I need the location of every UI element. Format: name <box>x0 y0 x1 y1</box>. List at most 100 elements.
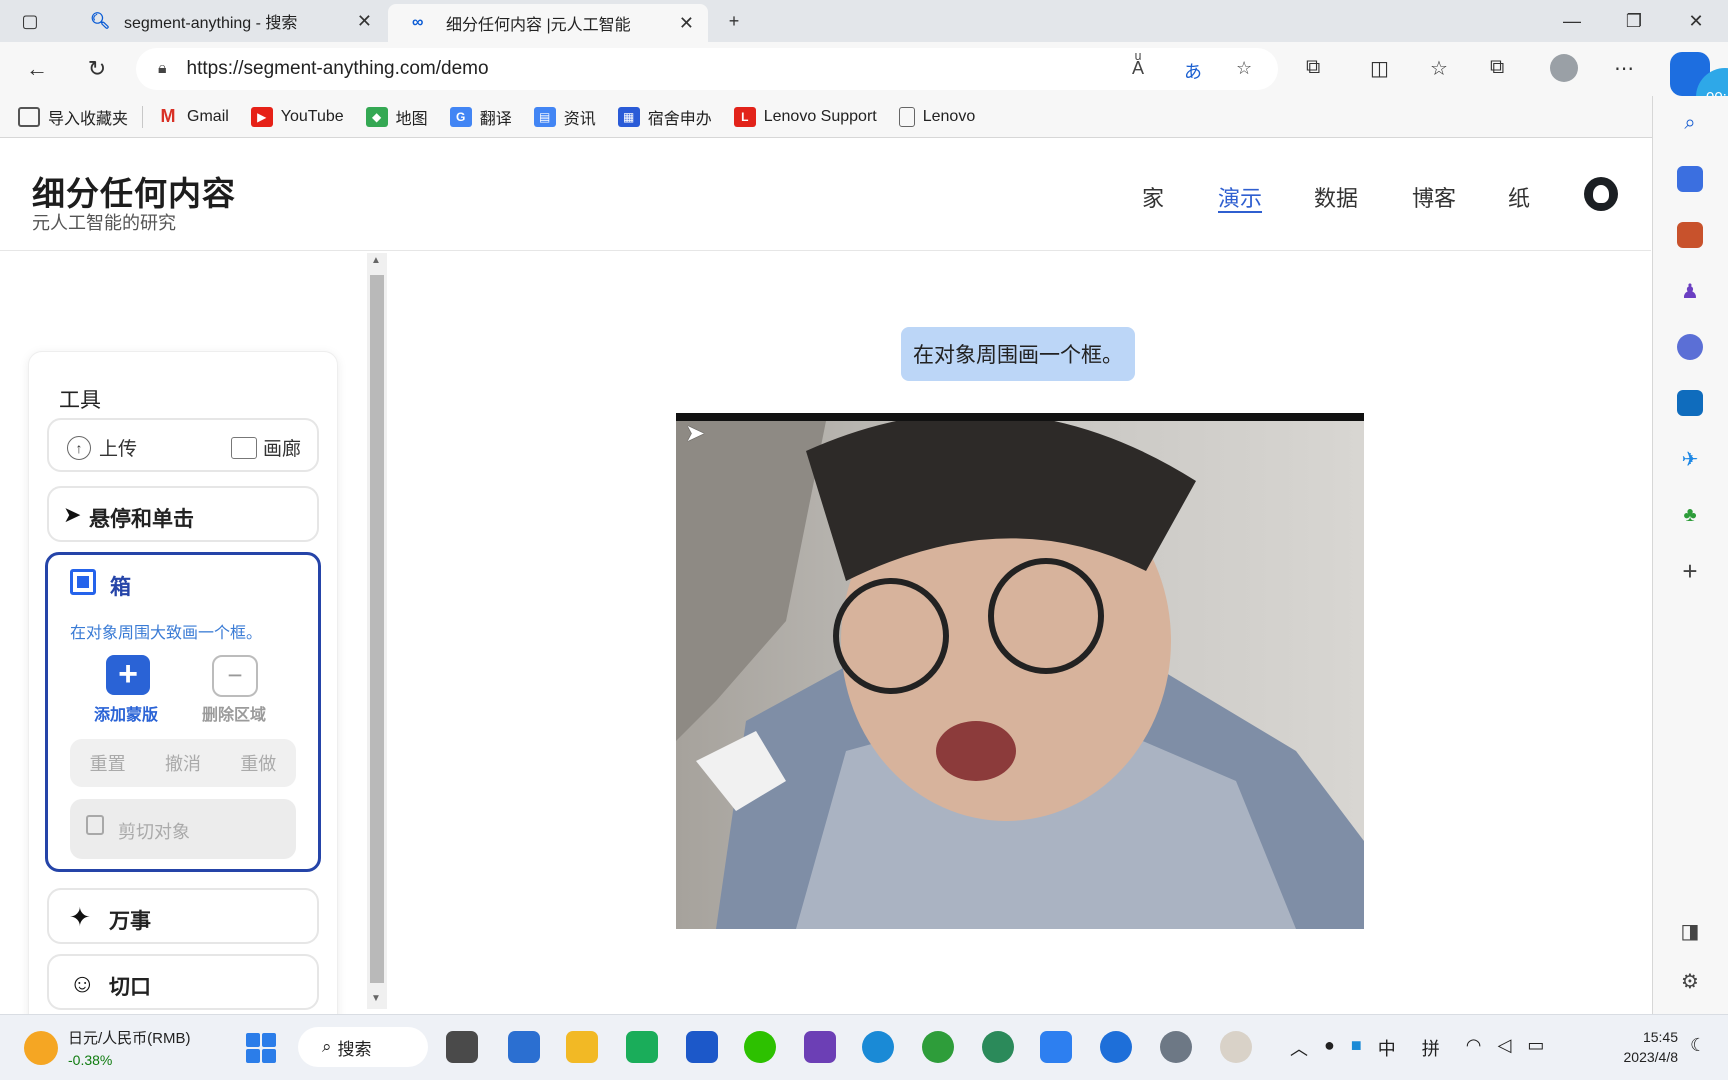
edge-icon[interactable] <box>862 1031 894 1063</box>
volume-icon[interactable]: ◁ <box>1497 1035 1511 1061</box>
bookmark-translate[interactable]: G 翻译 <box>449 105 512 129</box>
close-icon[interactable]: ✕ <box>357 11 372 32</box>
new-tab-button[interactable]: + <box>704 0 764 42</box>
nav-blog[interactable]: 博客 <box>1412 181 1456 213</box>
lenovo-icon: L <box>733 106 756 127</box>
store-icon[interactable] <box>508 1031 540 1063</box>
bookmark-lenovo[interactable]: Lenovo <box>898 106 975 127</box>
taskbar-search[interactable]: ⌕ 搜索 <box>298 1027 428 1067</box>
add-icon[interactable]: + <box>1677 556 1703 586</box>
bookmark-youtube[interactable]: ▶ YouTube <box>250 106 344 127</box>
stock-widget[interactable]: 日元/人民币(RMB) -0.38% <box>24 1027 191 1068</box>
minimize-button[interactable]: — <box>1542 0 1602 42</box>
add-mask-button[interactable]: + <box>106 655 150 695</box>
hover-click-tool[interactable]: ➤ 悬停和单击 <box>47 486 319 542</box>
send-icon[interactable]: ✈ <box>1677 446 1703 472</box>
file-explorer-icon[interactable] <box>566 1031 598 1063</box>
bookmark-gmail[interactable]: M Gmail <box>157 106 229 127</box>
undo-button[interactable]: 撤消 <box>165 750 201 776</box>
read-aloud-icon[interactable]: A͏ͧ <box>1132 58 1144 79</box>
url-text[interactable]: https://segment-anything.com/demo <box>187 58 489 80</box>
outlook-icon[interactable] <box>1677 390 1703 416</box>
github-icon[interactable] <box>1584 177 1618 211</box>
scroll-up-icon[interactable]: ▲ <box>371 255 381 266</box>
redo-button[interactable]: 重做 <box>240 750 276 776</box>
settings-icon[interactable]: ⚙ <box>1677 968 1703 994</box>
qq-icon[interactable]: ● <box>1324 1035 1335 1061</box>
chevron-up-icon[interactable]: ︿ <box>1290 1035 1308 1061</box>
task-view-icon[interactable] <box>446 1031 478 1063</box>
wifi-icon[interactable]: ◠ <box>1466 1035 1482 1061</box>
nav-home[interactable]: 家 <box>1142 181 1164 213</box>
avatar-app-icon[interactable] <box>1220 1031 1252 1063</box>
tray-app-icon[interactable]: ■ <box>1351 1035 1362 1061</box>
reset-button[interactable]: 重置 <box>90 750 126 776</box>
notification-icon[interactable]: ☾ <box>1690 1035 1706 1056</box>
tools-icon[interactable] <box>1677 222 1703 248</box>
more-icon[interactable]: ⋯ <box>1614 56 1634 81</box>
scroll-thumb[interactable] <box>370 275 384 983</box>
battery-icon[interactable]: ▭ <box>1527 1035 1544 1061</box>
app-icon[interactable] <box>982 1031 1014 1063</box>
lenovo-app-icon[interactable] <box>686 1031 718 1063</box>
site-title[interactable]: 细分任何内容 <box>32 167 236 215</box>
lock-icon[interactable]: 🔒︎ <box>158 60 167 78</box>
url-field[interactable]: 🔒︎ https://segment-anything.com/demo A͏ͧ… <box>136 48 1278 90</box>
feishu-icon[interactable] <box>1040 1031 1072 1063</box>
everything-tool[interactable]: ✦ 万事 <box>47 888 319 944</box>
history-actions: 重置 撤消 重做 <box>70 739 296 787</box>
refresh-icon[interactable]: ↻ <box>80 52 114 86</box>
bookmark-maps[interactable]: ◆ 地图 <box>365 105 428 129</box>
back-icon[interactable]: ← <box>20 52 54 86</box>
wechat-icon[interactable] <box>744 1031 776 1063</box>
profile-avatar[interactable] <box>1550 54 1578 82</box>
evernote-icon[interactable] <box>922 1031 954 1063</box>
bookmark-dorm[interactable]: ▦ 宿舍申办 <box>617 105 712 129</box>
close-window-button[interactable]: ✕ <box>1666 0 1726 42</box>
scroll-down-icon[interactable]: ▼ <box>371 993 381 1004</box>
clock[interactable]: 15:45 2023/4/8 <box>1600 1027 1679 1067</box>
gallery-button[interactable]: 画廊 <box>230 434 301 461</box>
restore-button[interactable]: ❐ <box>1604 0 1664 42</box>
search-icon[interactable]: ⌕ <box>1677 110 1703 136</box>
cut-out-object-button[interactable]: 剪切对象 <box>70 799 296 859</box>
nav-demo[interactable]: 演示 <box>1218 181 1262 213</box>
box-tool[interactable]: 箱 在对象周围大致画一个框。 + 添加蒙版 − 删除区域 重置 撤消 重做 剪切… <box>45 552 321 872</box>
shopping-app-icon[interactable] <box>626 1031 658 1063</box>
tab-sam-demo[interactable]: ∞ 细分任何内容 |元人工智能 ✕ <box>388 4 708 42</box>
ime-mode[interactable]: 拼 <box>1422 1035 1440 1061</box>
remove-area-label[interactable]: 删除区域 <box>202 701 266 725</box>
panel-scrollbar[interactable]: ▲ ▼ <box>367 253 387 1009</box>
remove-area-button[interactable]: − <box>212 655 258 697</box>
start-button[interactable] <box>246 1033 276 1063</box>
tree-icon[interactable]: ♣ <box>1677 502 1703 528</box>
box-icon <box>70 569 96 595</box>
extensions-icon[interactable]: ⧉ <box>1306 56 1320 79</box>
bookmark-news[interactable]: ▤ 资讯 <box>533 105 596 129</box>
demo-image-canvas[interactable] <box>676 413 1364 929</box>
nav-paper[interactable]: 纸 <box>1508 181 1530 213</box>
tab-search[interactable]: 🔍︎ segment-anything - 搜索 ✕ <box>66 0 386 42</box>
cutouts-tool[interactable]: ☺ 切口 <box>47 954 319 1010</box>
translate-icon[interactable]: あ <box>1184 58 1202 84</box>
tab-actions-icon[interactable]: ▢ <box>0 0 60 42</box>
close-icon[interactable]: ✕ <box>679 13 694 34</box>
bookmark-lenovo-support[interactable]: L Lenovo Support <box>733 106 877 127</box>
games-icon[interactable]: ♟ <box>1677 278 1703 304</box>
bookmark-import[interactable]: 导入收藏夹 <box>18 105 128 129</box>
office-icon[interactable] <box>1677 334 1703 360</box>
clock-time: 15:45 <box>1642 1029 1678 1045</box>
split-screen-icon[interactable]: ◫ <box>1370 56 1389 81</box>
add-mask-label[interactable]: 添加蒙版 <box>94 701 158 725</box>
favorites-icon[interactable]: ☆ <box>1430 56 1448 81</box>
upload-button[interactable]: ↑ 上传 <box>67 434 137 461</box>
visual-studio-icon[interactable] <box>804 1031 836 1063</box>
thunder-icon[interactable] <box>1100 1031 1132 1063</box>
collections-icon[interactable]: ⧉ <box>1490 56 1504 79</box>
shopping-icon[interactable] <box>1677 166 1703 192</box>
ime-language[interactable]: 中 <box>1378 1035 1396 1061</box>
settings-app-icon[interactable] <box>1160 1031 1192 1063</box>
nav-dataset[interactable]: 数据 <box>1314 181 1358 213</box>
sidebar-toggle-icon[interactable]: ◨ <box>1677 918 1703 944</box>
add-favorite-icon[interactable]: ☆ <box>1236 58 1252 79</box>
